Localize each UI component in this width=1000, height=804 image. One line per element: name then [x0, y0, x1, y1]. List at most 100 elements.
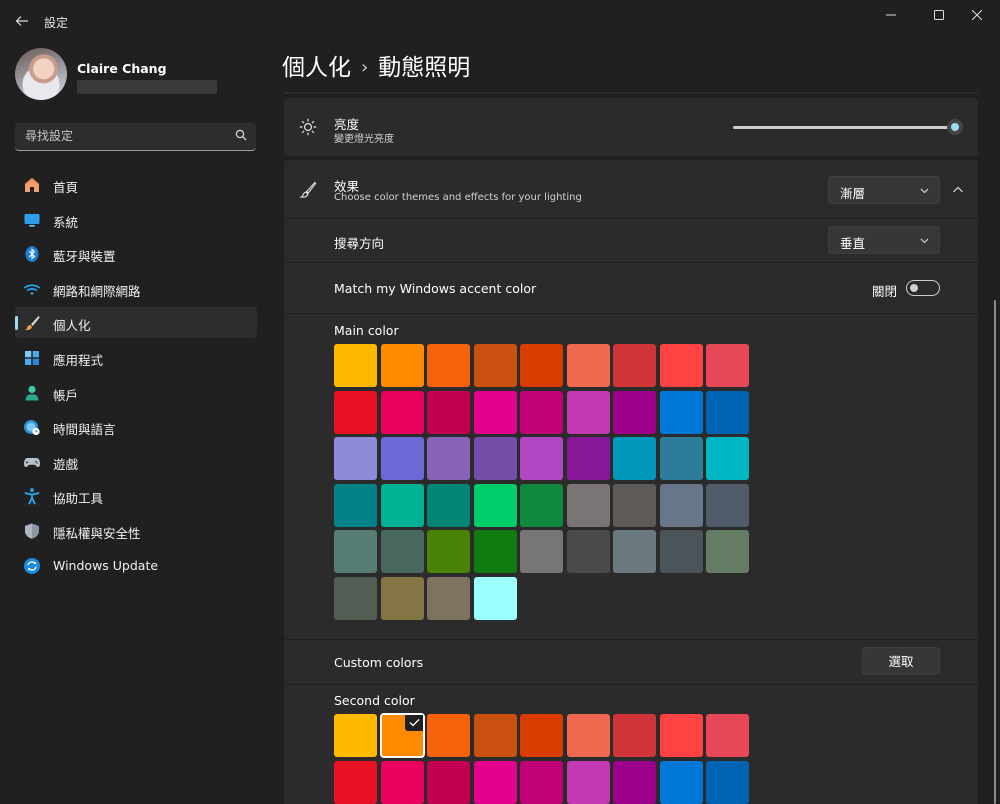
sidebar-item-accessibility[interactable]: 協助工具	[15, 480, 257, 511]
close-button[interactable]	[954, 0, 1000, 30]
main-color-swatch[interactable]	[613, 390, 656, 434]
main-color-swatch[interactable]	[659, 344, 703, 387]
main-color-swatch[interactable]	[659, 437, 703, 480]
second-color-swatch[interactable]	[706, 760, 749, 804]
main-color-swatch[interactable]	[706, 437, 749, 480]
sidebar-item-privacy-security[interactable]: 隱私權與安全性	[15, 515, 257, 546]
main-color-swatch[interactable]	[334, 576, 377, 620]
main-color-swatch[interactable]	[473, 576, 517, 620]
second-color-swatch[interactable]	[427, 714, 470, 757]
main-color-swatch[interactable]	[706, 530, 749, 573]
second-color-swatch[interactable]	[334, 714, 377, 757]
chevron-up-icon[interactable]	[952, 184, 964, 196]
search-box[interactable]	[15, 123, 256, 151]
main-color-swatch[interactable]	[566, 390, 610, 434]
main-color-swatch[interactable]	[380, 437, 424, 480]
main-color-swatch[interactable]	[473, 483, 517, 527]
main-color-swatch[interactable]	[334, 483, 377, 527]
main-color-swatch[interactable]	[566, 437, 610, 480]
second-color-swatch[interactable]	[659, 760, 703, 804]
search-input[interactable]	[25, 129, 225, 143]
brightness-slider-thumb[interactable]	[947, 119, 963, 135]
sidebar-nav: 首頁 系統 藍牙與裝置 網路和網際網路 個人化 應用程式 帳戶 時間與語言 遊戲…	[15, 169, 257, 584]
sidebar-item-system[interactable]: 系統	[15, 204, 257, 235]
sidebar-item-bluetooth[interactable]: 藍牙與裝置	[15, 238, 257, 269]
main-color-swatch[interactable]	[520, 344, 563, 387]
sidebar-item-home[interactable]: 首頁	[15, 169, 257, 200]
second-color-swatch[interactable]	[427, 760, 470, 804]
main-color-swatch[interactable]	[380, 390, 424, 434]
second-color-swatch[interactable]	[520, 714, 563, 757]
effects-dropdown[interactable]: 漸層	[828, 176, 940, 204]
second-color-swatch[interactable]	[659, 714, 703, 757]
main-color-swatch[interactable]	[427, 530, 470, 573]
main-color-swatch[interactable]	[659, 530, 703, 573]
second-color-swatch[interactable]	[380, 760, 424, 804]
brightness-slider-track[interactable]	[733, 126, 955, 129]
main-color-swatch[interactable]	[566, 530, 610, 573]
second-color-swatch[interactable]	[706, 714, 749, 757]
direction-dropdown[interactable]: 垂直	[828, 226, 940, 254]
main-color-swatch[interactable]	[334, 390, 377, 434]
breadcrumb-parent[interactable]: 個人化	[282, 55, 351, 81]
main-color-swatch[interactable]	[380, 483, 424, 527]
main-color-swatch[interactable]	[427, 344, 470, 387]
second-color-swatch[interactable]	[613, 760, 656, 804]
scrollbar[interactable]	[994, 300, 996, 804]
main-color-swatch[interactable]	[427, 576, 470, 620]
main-color-swatch[interactable]	[613, 530, 656, 573]
second-color-swatch[interactable]	[379, 713, 425, 758]
main-color-swatch[interactable]	[613, 483, 656, 527]
avatar[interactable]	[15, 48, 67, 100]
main-color-swatch[interactable]	[613, 344, 656, 387]
second-color-swatch[interactable]	[473, 760, 517, 804]
main-color-swatch[interactable]	[380, 576, 424, 620]
main-color-swatch[interactable]	[334, 344, 377, 387]
main-color-swatch[interactable]	[659, 483, 703, 527]
main-color-swatch[interactable]	[380, 344, 424, 387]
main-color-swatch[interactable]	[613, 437, 656, 480]
second-color-swatch[interactable]	[566, 760, 610, 804]
second-color-swatch[interactable]	[520, 760, 563, 804]
sidebar-item-accounts[interactable]: 帳戶	[15, 377, 257, 408]
search-icon[interactable]	[235, 129, 247, 141]
main-color-swatch[interactable]	[520, 390, 563, 434]
accent-title: Match my Windows accent color	[334, 281, 537, 296]
main-color-swatch[interactable]	[334, 530, 377, 573]
main-color-swatch[interactable]	[520, 483, 563, 527]
sidebar-item-time-language[interactable]: 時間與語言	[15, 411, 257, 442]
main-color-swatch[interactable]	[473, 530, 517, 573]
windows-update-icon	[24, 557, 40, 574]
profile-name: Claire Chang	[77, 61, 167, 76]
second-color-title: Second color	[334, 693, 415, 708]
accent-toggle[interactable]	[906, 280, 940, 296]
sidebar-item-windows-update[interactable]: Windows Update	[15, 550, 257, 581]
second-color-swatch[interactable]	[334, 760, 377, 804]
second-color-swatch[interactable]	[613, 714, 656, 757]
main-color-swatch[interactable]	[334, 437, 377, 480]
main-color-swatch[interactable]	[520, 530, 563, 573]
main-color-swatch[interactable]	[706, 483, 749, 527]
sidebar-item-gaming[interactable]: 遊戲	[15, 446, 257, 477]
sidebar-item-network[interactable]: 網路和網際網路	[15, 273, 257, 304]
select-custom-color-button[interactable]: 選取	[862, 647, 940, 675]
main-color-swatch[interactable]	[473, 344, 517, 387]
main-color-swatch[interactable]	[566, 483, 610, 527]
main-color-swatch[interactable]	[520, 437, 563, 480]
main-color-swatch[interactable]	[566, 344, 610, 387]
main-color-swatch[interactable]	[706, 344, 749, 387]
main-color-swatch[interactable]	[659, 390, 703, 434]
second-color-swatch[interactable]	[566, 714, 610, 757]
sidebar-item-personalization[interactable]: 個人化	[15, 307, 257, 339]
main-color-swatch[interactable]	[473, 390, 517, 434]
main-color-swatch[interactable]	[427, 390, 470, 434]
main-color-swatch[interactable]	[427, 483, 470, 527]
main-color-swatch[interactable]	[706, 390, 749, 434]
main-color-swatch[interactable]	[427, 437, 470, 480]
minimize-button[interactable]	[868, 0, 914, 30]
back-button[interactable]	[12, 11, 32, 31]
sidebar-item-apps[interactable]: 應用程式	[15, 342, 257, 373]
main-color-swatch[interactable]	[380, 530, 424, 573]
second-color-swatch[interactable]	[473, 714, 517, 757]
main-color-swatch[interactable]	[473, 437, 517, 480]
